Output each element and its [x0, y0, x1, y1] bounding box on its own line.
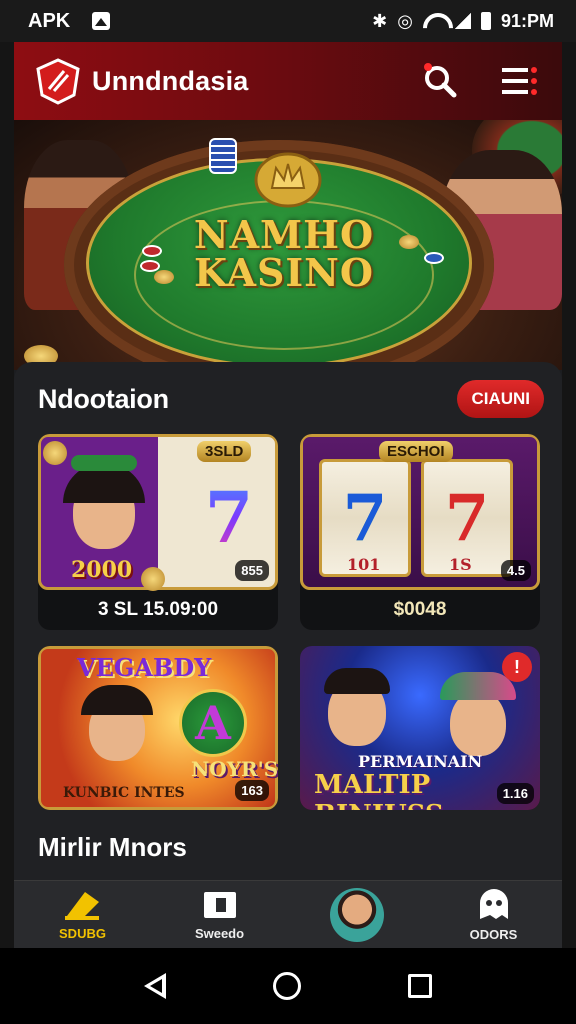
- back-icon[interactable]: [143, 973, 166, 999]
- carrier-label: APK: [28, 9, 71, 32]
- nav-label-4: ODORS: [469, 927, 518, 942]
- character-hair: [81, 685, 153, 715]
- ghost-icon: [479, 889, 508, 919]
- status-bar: APK ✱ ◎ 91:PM: [0, 0, 576, 42]
- hero-title: NAMHO KASINO: [164, 216, 404, 292]
- recent-apps-icon[interactable]: [408, 974, 433, 998]
- character-hat: [71, 455, 137, 471]
- male-hair: [324, 668, 390, 694]
- section-action-button[interactable]: CIAUNI: [457, 380, 544, 418]
- reel-right-symbol: 7: [444, 480, 490, 556]
- nav-item-2[interactable]: Sweedo: [151, 881, 288, 948]
- more-section-title: Mirlir Mnors: [38, 832, 187, 862]
- brand-logo-icon[interactable]: [34, 57, 82, 105]
- game-card-3[interactable]: VEGABDY A NOYR'S KUNBIC INTES 163: [38, 646, 278, 810]
- hero-banner[interactable]: NAMHO KASINO: [14, 120, 562, 370]
- device-frame: APK ✱ ◎ 91:PM Unndndasia NAMHO KASINO Nd…: [0, 0, 576, 1024]
- bluetooth-icon: ✱: [372, 10, 388, 31]
- game-thumbnail-2: 7 7 101 1S ESCHOI 4.5: [300, 434, 540, 590]
- section-header: Ndootaion CIAUNI: [38, 380, 544, 418]
- wifi-icon: [423, 13, 445, 29]
- clock: 91:PM: [500, 10, 554, 31]
- slot-seven-symbol: 7: [187, 467, 271, 567]
- game-thumbnail-4: PERMAINAIN MALTIP BINIUSS ! 1.16: [300, 646, 540, 810]
- bottom-navigation: SDUBG Sweedo ODORS: [14, 880, 562, 948]
- battery-icon: [480, 12, 491, 30]
- hero-title-line2: KASINO: [193, 250, 375, 295]
- gold-coin-icon: [154, 270, 174, 284]
- game-thumbnail-1: 2000 7 3SLD 855: [38, 434, 278, 591]
- game-card-1[interactable]: 2000 7 3SLD 855 3 SL 15.09:00: [38, 434, 278, 630]
- home-icon[interactable]: [272, 972, 301, 1000]
- ticket-icon: [64, 892, 99, 920]
- nav-label-1: SDUBG: [59, 926, 106, 941]
- menu-button[interactable]: [498, 59, 542, 103]
- player-count-badge: 855: [235, 560, 269, 581]
- player-count-badge: 163: [235, 780, 269, 801]
- content-panel: Ndootaion CIAUNI 2000 7 3SLD 855 3 SL 15…: [14, 362, 562, 882]
- promo-script-text: NOYR'S: [191, 757, 278, 781]
- game-badge-1: 3SLD: [197, 441, 252, 462]
- poker-chip-icon: [424, 252, 444, 264]
- promo-overline: PERMAINAIN: [358, 752, 483, 771]
- alarm-icon: ◎: [397, 10, 413, 31]
- crown-emblem-icon: [252, 150, 324, 210]
- gold-coin-icon: [141, 567, 165, 591]
- reel-left-caption: 101: [347, 555, 381, 574]
- nav-label-2: Sweedo: [194, 926, 245, 941]
- nav-item-profile[interactable]: [288, 881, 425, 948]
- signal-icon: [454, 13, 471, 29]
- brand-name: Unndndasia: [92, 65, 249, 96]
- jackpot-amount: 2000: [71, 557, 133, 583]
- game-thumbnail-3: VEGABDY A NOYR'S KUNBIC INTES 163: [38, 646, 278, 810]
- player-count-badge: 1.16: [496, 783, 534, 804]
- reel-left-symbol: 7: [342, 480, 388, 556]
- wallet-icon: [203, 892, 236, 918]
- reel-right-caption: 1S: [449, 555, 472, 574]
- app-screen: Unndndasia NAMHO KASINO Ndootaion CIAUNI…: [14, 0, 562, 1024]
- gold-coin-icon: [43, 441, 67, 465]
- app-header: Unndndasia: [14, 42, 562, 120]
- poker-chip-icon: [140, 260, 160, 272]
- alert-badge-icon: !: [502, 652, 532, 682]
- player-count-badge: 4.5: [500, 560, 531, 581]
- poker-chip-icon: [142, 245, 162, 257]
- notification-dot: [424, 63, 432, 71]
- game-badge-2: ESCHOI: [379, 441, 453, 462]
- avatar: [329, 887, 384, 942]
- game-card-4[interactable]: PERMAINAIN MALTIP BINIUSS ! 1.16: [300, 646, 540, 810]
- big-letter-symbol: A: [179, 689, 247, 757]
- promo-banner-text: VEGABDY: [77, 653, 212, 682]
- section-title: Ndootaion: [38, 383, 169, 414]
- hero-title-line1: NAMHO: [193, 212, 375, 257]
- game-label-2: $0048: [393, 599, 447, 620]
- image-notification-icon: [92, 12, 111, 30]
- game-label-1: 3 SL 15.09:00: [97, 599, 219, 620]
- gold-coin-icon: [399, 235, 419, 249]
- nav-item-4[interactable]: ODORS: [425, 881, 562, 948]
- game-card-2[interactable]: 7 7 101 1S ESCHOI 4.5 $0048: [300, 434, 540, 630]
- system-navigation-bar: [0, 948, 576, 1024]
- search-button[interactable]: [418, 59, 462, 103]
- hamburger-menu-icon: [502, 67, 537, 95]
- poker-chip-icon: [209, 138, 237, 174]
- promo-footer-text: KUNBIC INTES: [63, 785, 185, 801]
- nav-item-1[interactable]: SDUBG: [14, 881, 151, 948]
